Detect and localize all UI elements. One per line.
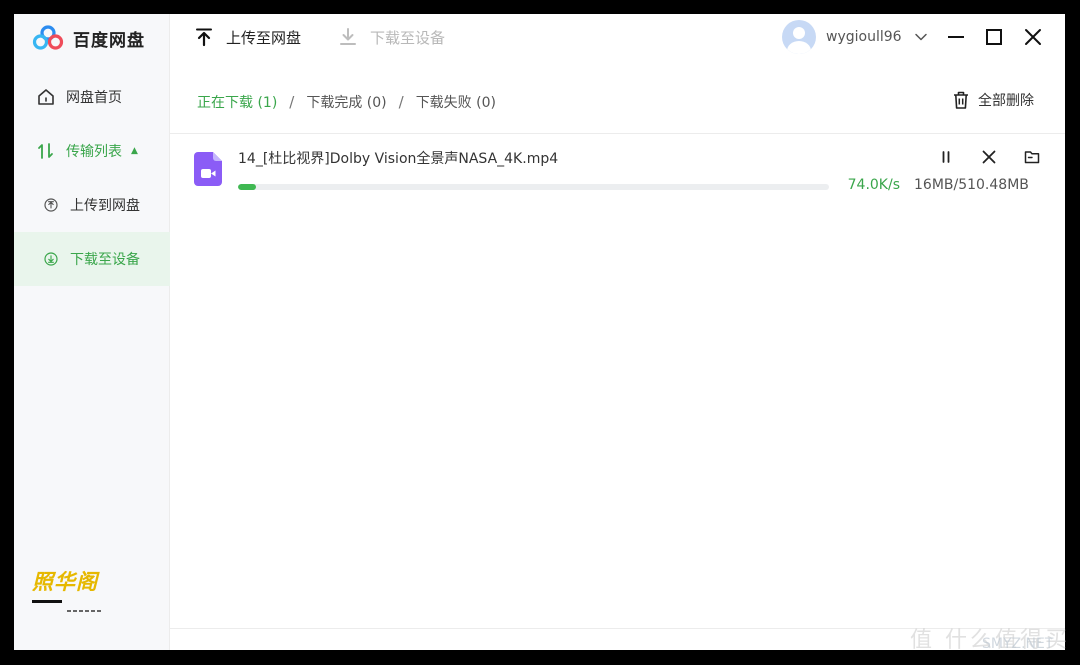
watermark-logo: 照华阁 bbox=[32, 569, 112, 612]
user-menu[interactable]: wygioull96 bbox=[782, 20, 928, 54]
cancel-download-button[interactable] bbox=[980, 148, 998, 166]
pause-icon bbox=[942, 151, 950, 163]
maximize-icon bbox=[986, 29, 1002, 45]
download-size: 16MB/510.48MB bbox=[914, 177, 1029, 193]
chevron-down-icon bbox=[914, 30, 928, 44]
download-speed: 74.0K/s bbox=[847, 177, 900, 193]
watermark-logo-glyph: 照华阁 bbox=[32, 569, 98, 594]
progress-bar bbox=[238, 184, 829, 190]
upload-to-netdisk-button[interactable]: 上传至网盘 bbox=[194, 24, 301, 50]
sidebar-item-label: 传输列表 bbox=[66, 144, 122, 160]
site-watermark-domain: SMYZ.NET bbox=[982, 636, 1054, 652]
close-window-button[interactable] bbox=[1022, 26, 1044, 48]
open-folder-button[interactable] bbox=[1023, 148, 1041, 166]
delete-all-label: 全部删除 bbox=[978, 93, 1034, 109]
transfer-tabs: 正在下载 (1) / 下载完成 (0) / 下载失败 (0) bbox=[197, 92, 496, 112]
trash-icon bbox=[952, 90, 970, 110]
folder-icon bbox=[1024, 151, 1040, 164]
username: wygioull96 bbox=[826, 29, 902, 45]
sidebar: 百度网盘 网盘首页 传输列表 ▲ 上传到网盘 下载至设备 照华阁 bbox=[14, 14, 170, 650]
upload-button-label: 上传至网盘 bbox=[226, 28, 302, 47]
baidu-netdisk-logo-icon bbox=[32, 25, 64, 50]
file-name: 14_[杜比视界]Dolby Vision全景声NASA_4K.mp4 bbox=[238, 151, 559, 167]
download-item-row[interactable]: 14_[杜比视界]Dolby Vision全景声NASA_4K.mp4 74.0… bbox=[170, 134, 1065, 206]
close-icon bbox=[1025, 29, 1041, 45]
sidebar-item-transfer[interactable]: 传输列表 ▲ bbox=[14, 124, 170, 178]
avatar bbox=[782, 20, 816, 54]
maximize-button[interactable] bbox=[983, 26, 1005, 48]
video-file-icon bbox=[194, 152, 222, 186]
pause-button[interactable] bbox=[937, 148, 955, 166]
top-bar: 上传至网盘 下载至设备 wygioull96 bbox=[170, 14, 1065, 62]
download-button-label: 下载至设备 bbox=[370, 28, 446, 47]
minimize-icon bbox=[948, 36, 964, 38]
sidebar-item-upload[interactable]: 上传到网盘 bbox=[14, 178, 170, 232]
site-watermark: 值 什么值得买 SMYZ.NET bbox=[910, 622, 1070, 662]
watermark-logo-bar bbox=[32, 600, 62, 603]
tab-failed[interactable]: 下载失败 (0) bbox=[416, 92, 496, 112]
tab-downloading[interactable]: 正在下载 (1) bbox=[197, 92, 277, 112]
transfer-icon bbox=[36, 141, 56, 161]
sidebar-item-label: 下载至设备 bbox=[70, 252, 140, 268]
tab-completed[interactable]: 下载完成 (0) bbox=[306, 92, 386, 112]
download-circle-icon bbox=[44, 252, 58, 266]
tab-separator: / bbox=[289, 93, 295, 111]
sidebar-item-label: 网盘首页 bbox=[66, 90, 122, 106]
upload-icon bbox=[194, 27, 214, 47]
upload-circle-icon bbox=[44, 198, 58, 212]
download-to-device-button[interactable]: 下载至设备 bbox=[338, 24, 445, 50]
sidebar-item-download[interactable]: 下载至设备 bbox=[14, 232, 170, 286]
transfer-tabs-row: 正在下载 (1) / 下载完成 (0) / 下载失败 (0) 全部删除 bbox=[170, 86, 1065, 116]
close-icon bbox=[982, 150, 996, 164]
home-icon bbox=[36, 87, 56, 107]
download-icon bbox=[338, 27, 358, 47]
watermark-logo-subline bbox=[67, 597, 107, 612]
tab-separator: / bbox=[398, 93, 404, 111]
sidebar-item-home[interactable]: 网盘首页 bbox=[14, 70, 170, 124]
caret-up-icon: ▲ bbox=[131, 146, 138, 156]
delete-all-button[interactable]: 全部删除 bbox=[952, 90, 1034, 110]
sidebar-item-label: 上传到网盘 bbox=[70, 198, 140, 214]
app-name: 百度网盘 bbox=[73, 30, 145, 51]
progress-fill bbox=[238, 184, 257, 190]
app-window: 百度网盘 网盘首页 传输列表 ▲ 上传到网盘 下载至设备 照华阁 上传至网盘 下… bbox=[14, 14, 1065, 650]
minimize-button[interactable] bbox=[945, 26, 967, 48]
brand: 百度网盘 bbox=[32, 24, 145, 52]
